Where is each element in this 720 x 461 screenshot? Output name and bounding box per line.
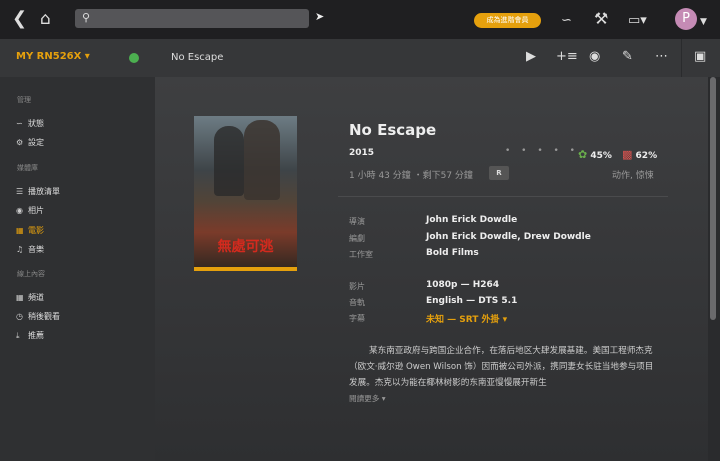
sidebar-item-label: 相片: [28, 206, 44, 215]
sidebar-item-watch-later[interactable]: ◷ 稍後觀看: [16, 311, 60, 322]
sidebar-item-label: 音樂: [28, 245, 44, 254]
add-to-playlist-icon[interactable]: +≡: [556, 49, 578, 64]
sub-bar: MY RN526X ▾ No Escape ▶ +≡ ◉ ✎ ⋯ ▣: [0, 39, 720, 77]
search-icon: ⚲: [82, 11, 91, 24]
watch-progress-bar: [194, 267, 297, 271]
divider: [338, 196, 668, 197]
sidebar-item-label: 電影: [28, 226, 44, 235]
chevron-down-icon[interactable]: ▼: [700, 11, 707, 33]
audience-score-value: 62%: [635, 151, 658, 161]
mouse-cursor: ➤: [315, 10, 325, 23]
more-icon[interactable]: ⋯: [655, 49, 668, 64]
subtitle-label: 字幕: [349, 314, 365, 323]
sidebar-section-library: 媒體庫: [17, 164, 38, 172]
sidebar-item-label: 頻道: [28, 293, 44, 302]
splat-icon: ✿: [578, 148, 588, 161]
sidebar-item-movies[interactable]: ▦ 電影: [16, 225, 44, 236]
movie-genre: 动作, 惊悚: [612, 171, 654, 181]
grid-icon: ▦: [16, 293, 24, 302]
writer-label: 編劇: [349, 234, 365, 243]
search-input[interactable]: ⚲: [75, 9, 309, 28]
subtitle-selector[interactable]: 未知 — SRT 外掛 ▾: [426, 312, 507, 325]
sidebar-item-music[interactable]: ♫ 音樂: [16, 244, 44, 255]
video-label: 影片: [349, 282, 365, 291]
poster-title: 無處可逃: [217, 239, 274, 255]
breadcrumb: No Escape: [171, 52, 224, 63]
download-icon: ⤓: [16, 331, 20, 340]
sidebar-item-label: 推薦: [28, 331, 44, 340]
image-icon[interactable]: ▣: [694, 49, 706, 64]
activity-icon[interactable]: ∽: [561, 10, 572, 32]
audio-label: 音軌: [349, 298, 365, 307]
eye-icon[interactable]: ◉: [589, 49, 600, 64]
film-icon: ▦: [16, 226, 24, 235]
divider: [681, 39, 682, 77]
music-icon: ♫: [16, 245, 24, 254]
sidebar-section-online: 線上內容: [17, 270, 45, 278]
critics-score-value: 45%: [590, 151, 612, 161]
gear-icon: ⚙: [16, 138, 24, 147]
sidebar-item-photos[interactable]: ◉ 相片: [16, 205, 44, 216]
top-bar: ❮ ⌂ ⚲ ➤ 成為進階會員 ∽ ⚒ ▭▾ P ▼: [0, 0, 720, 39]
cast-icon[interactable]: ▭▾: [628, 10, 647, 32]
audio-value[interactable]: English — DTS 5.1: [426, 296, 517, 306]
camera-icon: ◉: [16, 206, 23, 215]
content-rating-badge: R: [489, 166, 509, 180]
popcorn-icon: ▩: [622, 148, 633, 161]
scrollbar[interactable]: [710, 77, 716, 320]
critics-score: ✿ 45%: [578, 148, 612, 161]
sidebar-item-channels[interactable]: ▦ 頻道: [16, 292, 44, 303]
avatar[interactable]: P: [675, 8, 697, 30]
movie-summary: 某东南亚政府与跨国企业合作，在落后地区大肆发展基建。美国工程师杰克（欧文·威尔逊…: [349, 346, 654, 388]
sidebar: 管理 ∽ 狀態 ⚙ 設定 媒體庫 ☰ 播放清單 ◉ 相片 ▦ 電影 ♫ 音樂 線上內容 ▦ 頻…: [0, 77, 155, 461]
chevron-left-icon[interactable]: ❮: [12, 8, 27, 30]
sidebar-item-label: 設定: [28, 138, 44, 147]
list-icon: ☰: [16, 187, 24, 196]
sidebar-item-playlists[interactable]: ☰ 播放清單: [16, 186, 60, 197]
studio-label: 工作室: [349, 250, 373, 259]
poster-figure: [244, 120, 280, 200]
sidebar-item-label: 播放清單: [28, 187, 60, 196]
sidebar-item-label: 狀態: [28, 119, 44, 128]
sidebar-item-settings[interactable]: ⚙ 設定: [16, 137, 44, 148]
sidebar-item-status[interactable]: ∽ 狀態: [16, 118, 44, 129]
movie-poster[interactable]: 無處可逃: [194, 116, 297, 271]
clock-icon: ◷: [16, 312, 23, 321]
sidebar-item-recommended[interactable]: ⤓ 推薦: [16, 330, 44, 341]
play-icon[interactable]: ▶: [526, 49, 536, 64]
activity-icon: ∽: [16, 119, 23, 128]
video-value: 1080p — H264: [426, 280, 500, 290]
edit-icon[interactable]: ✎: [622, 49, 633, 64]
movie-year: 2015: [349, 148, 375, 158]
sidebar-section-manage: 管理: [17, 96, 31, 104]
audience-score: ▩ 62%: [622, 148, 657, 161]
server-selector[interactable]: MY RN526X ▾: [16, 51, 90, 62]
user-rating-stars[interactable]: • • • • •: [505, 146, 579, 156]
go-premium-button[interactable]: 成為進階會員: [474, 13, 541, 28]
studio-value: Bold Films: [426, 248, 479, 258]
movie-title: No Escape: [349, 121, 437, 139]
writer-value[interactable]: John Erick Dowdle, Drew Dowdle: [426, 232, 591, 242]
read-more-link[interactable]: 閱讀更多 ▾: [349, 393, 386, 404]
director-label: 導演: [349, 217, 365, 226]
tools-icon[interactable]: ⚒: [594, 8, 608, 30]
movie-duration: 1 小時 43 分鐘 ・剩下57 分鐘: [349, 171, 473, 181]
home-icon[interactable]: ⌂: [40, 8, 51, 30]
poster-figure: [214, 126, 244, 196]
director-value[interactable]: John Erick Dowdle: [426, 215, 517, 225]
sidebar-item-label: 稍後觀看: [28, 312, 60, 321]
lock-icon: [129, 53, 139, 63]
